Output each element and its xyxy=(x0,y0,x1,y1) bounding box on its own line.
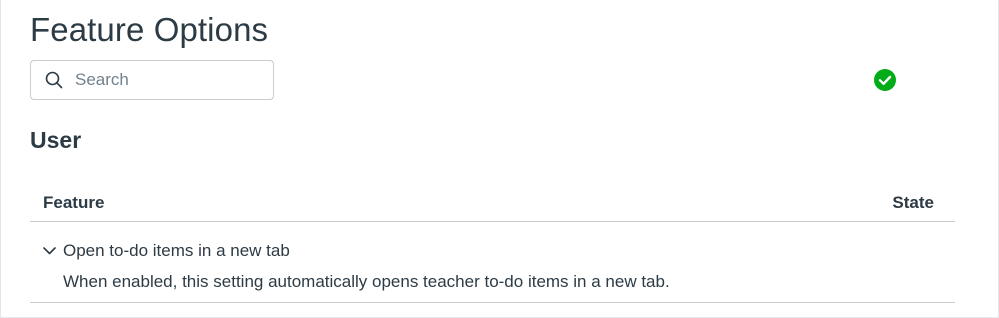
column-header-feature: Feature xyxy=(43,193,105,212)
table-row: Open to-do items in a new tab When enabl… xyxy=(30,222,955,303)
feature-table: Feature State Open to-do items in a new … xyxy=(30,184,955,303)
page-title: Feature Options xyxy=(30,11,269,48)
table-header: Feature State xyxy=(30,184,955,222)
chevron-down-icon[interactable] xyxy=(42,244,56,258)
feature-description: When enabled, this setting automatically… xyxy=(63,272,670,291)
search-input[interactable] xyxy=(75,70,255,90)
feature-options-panel: Feature Options User Feature State Open … xyxy=(0,0,999,318)
check-circle-icon[interactable] xyxy=(874,69,896,91)
section-heading-user: User xyxy=(30,127,82,153)
search-field[interactable] xyxy=(30,60,274,100)
column-header-state: State xyxy=(892,193,934,212)
feature-name[interactable]: Open to-do items in a new tab xyxy=(63,241,290,261)
search-icon xyxy=(44,70,64,90)
